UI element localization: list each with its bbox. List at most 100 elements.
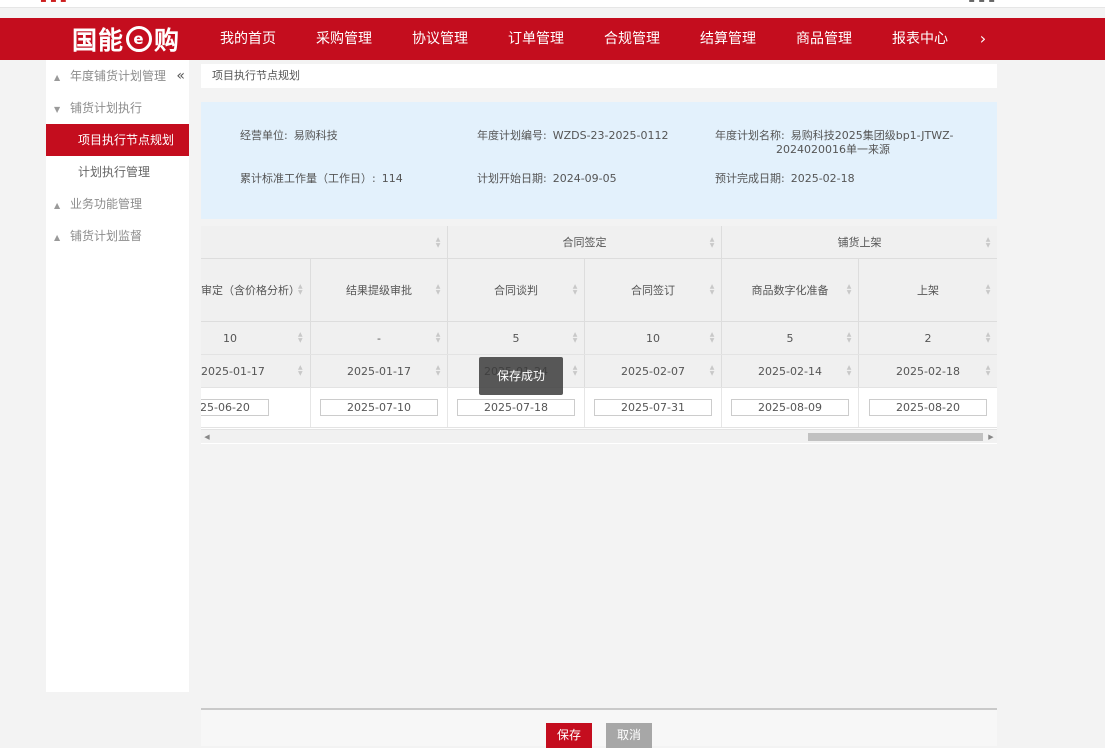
- logo-e-icon: e: [126, 26, 153, 52]
- brand-logo[interactable]: 国能 e 购: [72, 23, 180, 55]
- table-cell: 2025-02-14 ▲ ▼: [722, 355, 859, 387]
- sort-icon[interactable]: ▲ ▼: [709, 284, 715, 296]
- triangle-down-icon: ▼: [54, 105, 61, 114]
- sort-icon[interactable]: ▲ ▼: [298, 284, 304, 296]
- nav-products[interactable]: 商品管理: [776, 18, 872, 60]
- sort-icon: ▲ ▼: [298, 331, 303, 344]
- table-cell: 2025-01-17 ▲ ▼: [311, 355, 448, 387]
- scroll-left-arrow-icon[interactable]: ◀: [201, 430, 213, 444]
- sidebar-group-plan-supervision[interactable]: ▲ 铺货计划监督: [46, 220, 189, 252]
- table-row-days: 10 ▲ ▼ - ▲ ▼ 5 ▲ ▼ 10 ▲ ▼ 5 ▲ ▼ 2 ▲ ▼: [201, 322, 997, 355]
- top-utility-left: ▪ ▪ ▪: [40, 0, 67, 5]
- info-label: 年度计划编号:: [477, 129, 547, 142]
- col-header-negotiation[interactable]: 合同谈判 ▲ ▼: [448, 259, 585, 321]
- sidebar-item-execution-management[interactable]: 计划执行管理: [46, 156, 189, 188]
- top-utility-strip: ▪ ▪ ▪ ▪ ▪ ▪: [0, 0, 1105, 8]
- info-label: 预计完成日期:: [715, 172, 785, 185]
- sort-icon[interactable]: ▲ ▼: [985, 236, 991, 249]
- info-label: 计划开始日期:: [477, 172, 547, 185]
- cell-value: 2025-02-07: [621, 365, 685, 378]
- horizontal-scrollbar[interactable]: ◀ ▶: [201, 429, 997, 443]
- grid-group-header: ▲ ▼ 合同签定 ▲ ▼ 铺货上架 ▲ ▼: [201, 226, 997, 259]
- nav-procurement[interactable]: 采购管理: [296, 18, 392, 60]
- col-header-digitization[interactable]: 商品数字化准备 ▲ ▼: [722, 259, 859, 321]
- sidebar-group-label: 铺货计划监督: [70, 229, 143, 243]
- sidebar-group-business-functions[interactable]: ▲ 业务功能管理: [46, 188, 189, 220]
- table-row-dates: 2025-01-17▲▼ 2025-01-17▲▼ 2025-01-24▲▼ 2…: [201, 355, 997, 388]
- triangle-up-icon: ▲: [54, 201, 61, 210]
- col-header-label: 结果提级审批: [346, 284, 412, 297]
- info-label: 经营单位:: [240, 129, 288, 142]
- sort-icon: ▲ ▼: [985, 331, 991, 344]
- cell-value: 2025-01-17: [201, 365, 265, 378]
- date-input[interactable]: [869, 399, 987, 416]
- cell-value: 2025-02-14: [758, 365, 822, 378]
- group-header-label: 铺货上架: [837, 236, 882, 249]
- table-cell: [311, 388, 448, 427]
- col-header-listing[interactable]: 上架 ▲ ▼: [859, 259, 997, 321]
- col-header-approval[interactable]: 结果提级审批 ▲ ▼: [311, 259, 448, 321]
- col-header-review[interactable]: 审定（含价格分析） ▲ ▼: [201, 259, 311, 321]
- logo-text-right: 购: [154, 26, 181, 55]
- group-header-listing: 铺货上架 ▲ ▼: [722, 226, 997, 259]
- sort-icon: ▲ ▼: [709, 331, 715, 344]
- sort-icon[interactable]: ▲ ▼: [846, 284, 852, 296]
- info-value: 2024-09-05: [552, 172, 617, 185]
- logo-text-left: 国能: [72, 26, 125, 55]
- col-header-signing[interactable]: 合同签订 ▲ ▼: [585, 259, 722, 321]
- info-value: WZDS-23-2025-0112: [552, 129, 669, 142]
- scrollbar-thumb[interactable]: [808, 433, 983, 441]
- nav-settlement[interactable]: 结算管理: [680, 18, 776, 60]
- nav-more-chevron-icon[interactable]: ›: [968, 18, 998, 60]
- info-label: 累计标准工作量（工作日）:: [240, 172, 376, 185]
- table-cell: 2025-01-17 ▲ ▼: [201, 355, 311, 387]
- info-value: 易购科技: [293, 129, 338, 142]
- nav-home[interactable]: 我的首页: [200, 18, 296, 60]
- cancel-button[interactable]: 取消: [606, 723, 652, 748]
- sidebar-group-label: 年度铺货计划管理: [70, 69, 167, 83]
- cell-value: 5: [786, 332, 794, 345]
- sort-icon[interactable]: ▲ ▼: [435, 284, 441, 296]
- col-header-label: 商品数字化准备: [751, 284, 829, 297]
- sort-icon[interactable]: ▲ ▼: [985, 284, 991, 296]
- date-input[interactable]: [731, 399, 849, 416]
- sidebar-item-node-planning[interactable]: 项目执行节点规划: [46, 124, 189, 156]
- info-workload: 累计标准工作量（工作日）: 114: [240, 170, 403, 186]
- sort-icon: ▲ ▼: [435, 364, 441, 377]
- table-cell: [859, 388, 997, 427]
- nav-orders[interactable]: 订单管理: [488, 18, 584, 60]
- sort-icon[interactable]: ▲ ▼: [709, 236, 715, 249]
- date-input[interactable]: [457, 399, 575, 416]
- nav-reports[interactable]: 报表中心: [872, 18, 968, 60]
- sort-icon[interactable]: ▲ ▼: [435, 236, 441, 249]
- info-unit: 经营单位: 易购科技: [240, 127, 338, 143]
- breadcrumb-current[interactable]: 项目执行节点规划: [212, 69, 300, 82]
- plan-info-panel: 经营单位: 易购科技 年度计划编号: WZDS-23-2025-0112 年度计划名…: [201, 102, 997, 219]
- date-input[interactable]: [594, 399, 712, 416]
- nav-agreement[interactable]: 协议管理: [392, 18, 488, 60]
- collapse-sidebar-icon[interactable]: «: [176, 60, 185, 92]
- nav-compliance[interactable]: 合规管理: [584, 18, 680, 60]
- cell-value: 2025-01-17: [347, 365, 411, 378]
- sort-icon: ▲ ▼: [846, 331, 852, 344]
- sort-icon: ▲ ▼: [298, 364, 303, 377]
- table-cell: [722, 388, 859, 427]
- sort-icon[interactable]: ▲ ▼: [572, 284, 578, 296]
- sort-icon: ▲ ▼: [846, 364, 852, 377]
- date-input[interactable]: [201, 399, 269, 416]
- cell-value: 5: [512, 332, 520, 345]
- info-start-date: 计划开始日期: 2024-09-05: [477, 170, 617, 186]
- breadcrumb: 项目执行节点规划: [201, 64, 997, 88]
- col-header-label: 审定（含价格分析）: [201, 284, 300, 297]
- sidebar-group-annual-plan[interactable]: ▲ 年度铺货计划管理 «: [46, 60, 189, 92]
- table-cell: 2 ▲ ▼: [859, 322, 997, 354]
- sidebar-group-plan-execution[interactable]: ▼ 铺货计划执行: [46, 92, 189, 124]
- date-input[interactable]: [320, 399, 438, 416]
- cell-value: 10: [223, 332, 237, 345]
- sort-icon: ▲ ▼: [572, 331, 578, 344]
- table-cell: - ▲ ▼: [311, 322, 448, 354]
- save-button[interactable]: 保存: [546, 723, 592, 748]
- scroll-right-arrow-icon[interactable]: ▶: [985, 430, 997, 444]
- group-header-previous: ▲ ▼: [201, 226, 448, 259]
- top-utility-right: ▪ ▪ ▪: [968, 0, 995, 5]
